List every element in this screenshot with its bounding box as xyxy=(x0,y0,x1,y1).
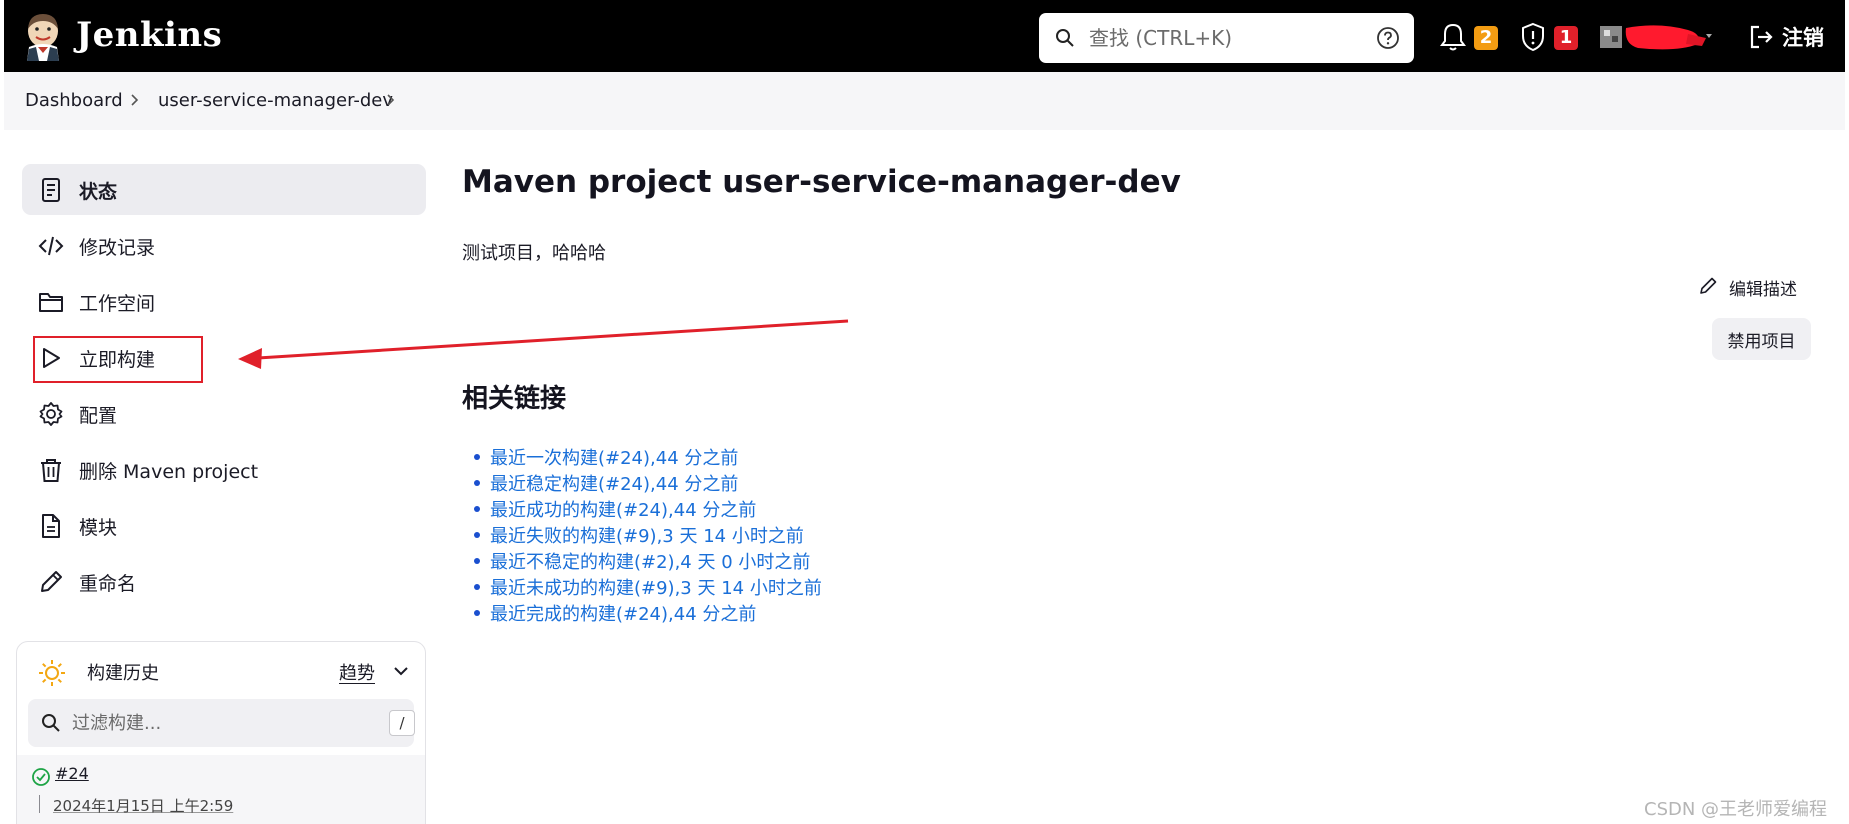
related-links-title: 相关链接 xyxy=(462,384,567,414)
jenkins-page: Jenkins 2 1 xyxy=(0,0,1849,824)
chevron-right-icon xyxy=(131,94,139,106)
logout-icon[interactable] xyxy=(1748,22,1774,52)
list-item: 最近成功的构建(#24),44 分之前 xyxy=(474,496,822,522)
sidebar-item-configure[interactable]: 配置 xyxy=(22,388,426,439)
build-date-link[interactable]: 2024年1月15日 上午2:59 xyxy=(53,795,233,816)
list-item: 最近失败的构建(#9),3 天 14 小时之前 xyxy=(474,522,822,548)
build-filter-input[interactable] xyxy=(72,709,332,737)
build-row[interactable]: #24 2024年1月15日 上午2:59 xyxy=(17,755,425,824)
sidebar-item-delete[interactable]: 删除 Maven project xyxy=(22,444,426,495)
brand-name[interactable]: Jenkins xyxy=(76,15,222,55)
sidebar-item-modules[interactable]: 模块 xyxy=(22,500,426,551)
build-filter[interactable]: / xyxy=(28,699,415,747)
related-links-list: 最近一次构建(#24),44 分之前 最近稳定构建(#24),44 分之前 最近… xyxy=(474,444,822,626)
code-icon xyxy=(38,236,64,256)
build-number-link[interactable]: #24 xyxy=(55,764,89,783)
right-edge xyxy=(1845,0,1849,72)
sidebar-item-workspace[interactable]: 工作空间 xyxy=(22,276,426,327)
sidebar-item-label: 模块 xyxy=(79,517,118,539)
success-check-icon xyxy=(32,768,50,786)
list-item: 最近完成的构建(#24),44 分之前 xyxy=(474,600,822,626)
logout-link[interactable]: 注销 xyxy=(1782,22,1824,52)
last-failed-build-link[interactable]: 最近失败的构建(#9),3 天 14 小时之前 xyxy=(490,526,804,547)
breadcrumb-project[interactable]: user-service-manager-dev xyxy=(158,90,393,111)
search-icon xyxy=(1056,29,1074,47)
annotation-highlight-box xyxy=(33,336,203,383)
breadcrumb-dashboard[interactable]: Dashboard xyxy=(25,90,123,111)
list-item: 最近一次构建(#24),44 分之前 xyxy=(474,444,822,470)
search-icon xyxy=(42,714,60,732)
sidebar-item-label: 状态 xyxy=(79,181,118,203)
folder-icon xyxy=(39,293,63,312)
build-history-panel: 构建历史 趋势 / #24 2024年1月15日 上午2:59 xyxy=(16,641,426,824)
watermark: CSDN @王老师爱编程 xyxy=(1644,799,1828,820)
help-icon[interactable] xyxy=(1376,26,1400,50)
list-item: 最近未成功的构建(#9),3 天 14 小时之前 xyxy=(474,574,822,600)
last-build-link[interactable]: 最近一次构建(#24),44 分之前 xyxy=(490,448,738,469)
filter-shortcut-key: / xyxy=(389,710,415,736)
sidebar-item-status[interactable]: 状态 xyxy=(22,164,426,215)
search-input[interactable] xyxy=(1089,23,1359,53)
sidebar-item-label: 工作空间 xyxy=(79,293,156,315)
last-completed-build-link[interactable]: 最近完成的构建(#24),44 分之前 xyxy=(490,604,756,625)
last-stable-build-link[interactable]: 最近稳定构建(#24),44 分之前 xyxy=(490,474,738,495)
document-icon xyxy=(42,514,60,538)
user-menu-redacted[interactable] xyxy=(1598,20,1716,54)
list-item: 最近不稳定的构建(#2),4 天 0 小时之前 xyxy=(474,548,822,574)
bell-icon[interactable] xyxy=(1440,22,1466,52)
edit-description-label: 编辑描述 xyxy=(1729,280,1797,300)
list-item: 最近稳定构建(#24),44 分之前 xyxy=(474,470,822,496)
build-history-title: 构建历史 xyxy=(87,663,159,684)
jenkins-butler-icon[interactable] xyxy=(23,11,63,61)
sidebar-item-rename[interactable]: 重命名 xyxy=(22,556,426,607)
sidebar-item-label: 删除 Maven project xyxy=(79,461,259,483)
disable-project-button[interactable]: 禁用项目 xyxy=(1712,318,1811,360)
timeline-line xyxy=(39,795,40,813)
pencil-icon xyxy=(1700,277,1717,294)
search-box[interactable] xyxy=(1039,13,1414,63)
pencil-icon xyxy=(41,571,62,592)
left-edge xyxy=(0,0,4,72)
top-navbar: Jenkins 2 1 xyxy=(0,0,1849,72)
sidebar-item-label: 配置 xyxy=(79,405,118,427)
chevron-right-icon[interactable] xyxy=(384,93,396,107)
gear-icon xyxy=(39,402,63,426)
page-title: Maven project user-service-manager-dev xyxy=(462,164,1181,200)
chevron-down-icon[interactable] xyxy=(393,665,409,677)
trend-link[interactable]: 趋势 xyxy=(339,659,375,685)
sidebar-item-changes[interactable]: 修改记录 xyxy=(22,220,426,271)
shield-alert-icon[interactable] xyxy=(1520,22,1546,52)
security-badge[interactable]: 1 xyxy=(1554,26,1578,50)
notepad-icon xyxy=(42,178,60,202)
last-unstable-build-link[interactable]: 最近不稳定的构建(#2),4 天 0 小时之前 xyxy=(490,552,810,573)
trash-icon xyxy=(41,459,61,482)
sidebar-item-label: 修改记录 xyxy=(79,237,156,259)
sun-weather-icon xyxy=(39,660,65,686)
notification-badge[interactable]: 2 xyxy=(1474,26,1498,50)
sidebar-item-label: 重命名 xyxy=(79,573,137,595)
last-unsuccessful-build-link[interactable]: 最近未成功的构建(#9),3 天 14 小时之前 xyxy=(490,578,822,599)
last-successful-build-link[interactable]: 最近成功的构建(#24),44 分之前 xyxy=(490,500,756,521)
project-description: 测试项目，哈哈哈 xyxy=(462,243,606,264)
